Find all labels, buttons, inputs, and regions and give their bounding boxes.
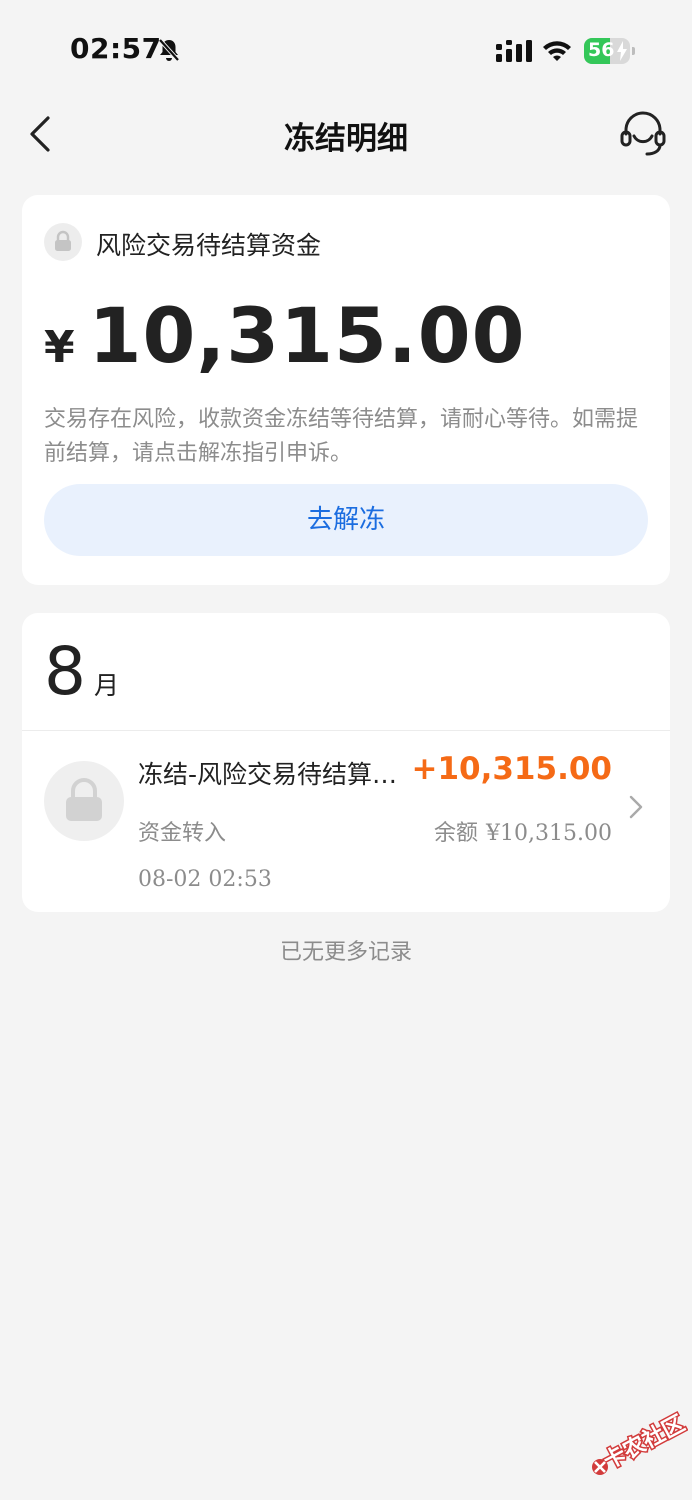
freeze-description: 交易存在风险，收款资金冻结等待结算，请耐心等待。如需提前结算，请点击解冻指引申诉…: [44, 407, 639, 466]
month-number: 8: [44, 633, 86, 710]
battery-level-text: 56: [588, 39, 615, 61]
record-avatar: [44, 761, 124, 841]
page-title: 冻结明细: [284, 121, 408, 157]
lock-icon: [66, 778, 102, 821]
record-type: 资金转入: [138, 821, 227, 846]
customer-service-headset-icon[interactable]: [618, 108, 668, 158]
record-title: 冻结-风险交易待结算资金: [138, 760, 420, 789]
status-time: 02:57: [70, 32, 162, 65]
freeze-category-label: 风险交易待结算资金: [96, 231, 322, 260]
freeze-amount: 10,315.00: [88, 291, 526, 380]
lock-icon-badge: [44, 223, 82, 261]
battery-indicator: 56: [584, 38, 630, 64]
wifi-icon: [543, 41, 571, 61]
cellular-signal-icon: [496, 40, 532, 62]
chevron-right-icon: [629, 795, 643, 819]
record-time: 08-02 02:53: [138, 867, 272, 892]
freeze-amount-row: ¥10,315.00: [44, 291, 526, 381]
battery-charging-icon: [617, 41, 627, 61]
battery-cap: [632, 47, 635, 55]
lock-icon: [55, 230, 71, 251]
watermark-logo: 卡农社区: [592, 1409, 688, 1476]
end-of-list-text: 已无更多记录: [279, 940, 412, 965]
list-item[interactable]: 冻结-风险交易待结算资金 +10,315.00 资金转入 余额 ¥10,315.0…: [22, 731, 670, 912]
status-bar: 02:57 56: [0, 0, 692, 100]
currency-symbol: ¥: [44, 322, 75, 373]
record-amount: +10,315.00: [411, 751, 612, 787]
unfreeze-button[interactable]: 去解冻: [44, 484, 648, 556]
balance-label: 余额: [434, 821, 479, 846]
record-list-card: 8月 冻结-风险交易待结算资金 +10,315.00 资金转入 余额 ¥10,31…: [22, 613, 670, 912]
balance-value: ¥10,315.00: [486, 821, 612, 846]
record-balance: 余额 ¥10,315.00: [434, 815, 612, 847]
month-header: 8月: [44, 633, 119, 713]
month-unit: 月: [94, 671, 120, 700]
watermark-text: 卡农社区: [599, 1410, 688, 1474]
freeze-summary-card: 风险交易待结算资金 ¥10,315.00 交易存在风险，收款资金冻结等待结算，请…: [22, 195, 670, 585]
bell-slash-icon: [158, 38, 180, 62]
